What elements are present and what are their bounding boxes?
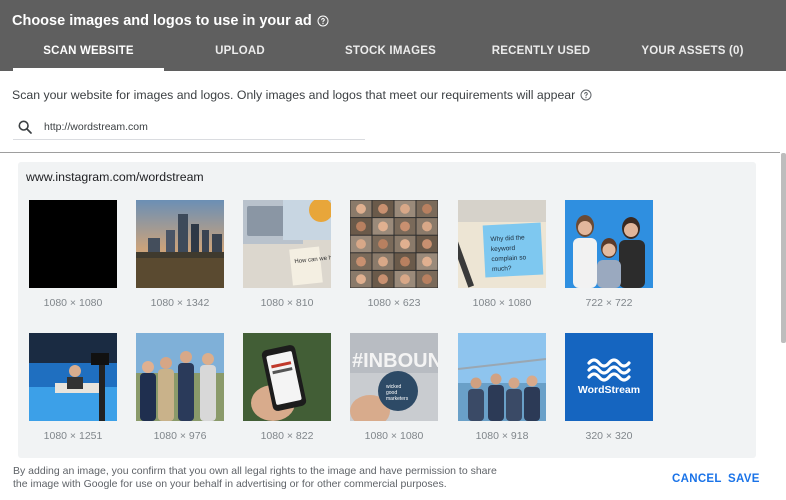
- tab-stock-images[interactable]: STOCK IMAGES: [315, 38, 466, 71]
- video-call-grid-image: [350, 200, 438, 288]
- tab-upload[interactable]: UPLOAD: [165, 38, 315, 71]
- video-call-tile: [372, 218, 394, 235]
- image-dimensions: 320 × 320: [585, 430, 633, 442]
- image-thumbnail-inbound-sticker[interactable]: #INBOUND wicked good marketers: [350, 333, 438, 421]
- image-dimensions: 1080 × 1080: [43, 297, 103, 309]
- image-dimensions: 1080 × 822: [260, 430, 314, 442]
- image-thumbnail-laptop-note[interactable]: How can we help?: [243, 200, 331, 288]
- image-thumbnail-wordstream-logo[interactable]: WordStream: [565, 333, 653, 421]
- three-women-image: [565, 200, 653, 288]
- image-dimensions: 1080 × 918: [475, 430, 529, 442]
- scan-description: Scan your website for images and logos. …: [12, 88, 576, 102]
- help-icon[interactable]: [317, 15, 329, 27]
- image-thumbnail-bridge-group[interactable]: [458, 333, 546, 421]
- scrollbar[interactable]: [781, 153, 786, 343]
- image-dimensions: 1080 × 1251: [43, 430, 103, 442]
- image-dimensions: 1080 × 810: [260, 297, 314, 309]
- video-call-tile: [350, 253, 372, 270]
- video-call-tile: [372, 270, 394, 288]
- svg-text:much?: much?: [492, 265, 512, 273]
- video-call-tile: [394, 200, 416, 218]
- inbound-sticker-image: #INBOUND wicked good marketers: [350, 333, 438, 421]
- video-call-tile: [372, 253, 394, 270]
- image-thumbnail-three-women[interactable]: [565, 200, 653, 288]
- scan-description-row: Scan your website for images and logos. …: [12, 88, 592, 102]
- wordstream-logo: WordStream: [565, 333, 653, 421]
- svg-text:keyword: keyword: [491, 245, 516, 253]
- image-thumbnail-studio[interactable]: [29, 333, 117, 421]
- image-dimensions: 722 × 722: [585, 297, 633, 309]
- tab-recently-used[interactable]: RECENTLY USED: [466, 38, 616, 71]
- video-call-tile: [394, 218, 416, 235]
- image-dimensions: 1080 × 1080: [364, 430, 424, 442]
- studio-image: [29, 333, 117, 421]
- svg-text:marketers: marketers: [386, 396, 409, 402]
- image-thumbnail-video-call[interactable]: [350, 200, 438, 288]
- bridge-group-image: [458, 333, 546, 421]
- cancel-button[interactable]: CANCEL: [672, 473, 722, 485]
- help-icon[interactable]: [580, 89, 592, 101]
- video-call-tile: [350, 270, 372, 288]
- image-thumbnail-group-outdoors[interactable]: [136, 333, 224, 421]
- active-tab-indicator: [13, 68, 164, 71]
- laptop-note-image: How can we help?: [243, 200, 331, 288]
- section-divider: [0, 152, 780, 153]
- results-source: www.instagram.com/wordstream: [26, 170, 204, 184]
- image-thumbnail-black[interactable]: [29, 200, 117, 288]
- video-call-tile: [394, 235, 416, 253]
- video-call-tile: [372, 200, 394, 218]
- tab-your-assets[interactable]: YOUR ASSETS (0): [617, 38, 768, 71]
- image-dimensions: 1080 × 1342: [150, 297, 210, 309]
- video-call-tile: [372, 235, 394, 253]
- image-thumbnail-phone[interactable]: [243, 333, 331, 421]
- phone-image: [243, 333, 331, 421]
- save-button[interactable]: SAVE: [728, 473, 760, 485]
- video-call-tile: [416, 270, 438, 288]
- inbound-sign-text: #INBOUND: [352, 350, 438, 372]
- legal-notice-line: the image with Google for use on your be…: [13, 478, 447, 490]
- legal-notice-line: By adding an image, you confirm that you…: [13, 465, 497, 477]
- video-call-tile: [394, 253, 416, 270]
- video-call-tile: [350, 200, 372, 218]
- image-thumbnail-skyline[interactable]: [136, 200, 224, 288]
- url-input[interactable]: [44, 118, 344, 136]
- logo-text: WordStream: [578, 384, 640, 396]
- sticky-note-image: Why did the keyword complain so much?: [458, 200, 546, 288]
- url-search-field: [13, 114, 365, 140]
- dialog-title-row: Choose images and logos to use in your a…: [12, 13, 329, 29]
- image-dimensions: 1080 × 976: [153, 430, 207, 442]
- tab-scan-website[interactable]: SCAN WEBSITE: [13, 38, 164, 71]
- tab-bar: SCAN WEBSITE UPLOAD STOCK IMAGES RECENTL…: [0, 38, 786, 71]
- image-dimensions: 1080 × 623: [367, 297, 421, 309]
- search-icon[interactable]: [17, 119, 33, 135]
- video-call-tile: [416, 200, 438, 218]
- group-outdoors-image: [136, 333, 224, 421]
- dialog-title: Choose images and logos to use in your a…: [12, 13, 312, 29]
- image-thumbnail-sticky-note[interactable]: Why did the keyword complain so much?: [458, 200, 546, 288]
- video-call-tile: [350, 235, 372, 253]
- video-call-tile: [394, 270, 416, 288]
- video-call-tile: [350, 218, 372, 235]
- video-call-tile: [416, 218, 438, 235]
- video-call-tile: [416, 253, 438, 270]
- skyline-image: [136, 200, 224, 288]
- video-call-tile: [416, 235, 438, 253]
- image-dimensions: 1080 × 1080: [472, 297, 532, 309]
- legal-notice: By adding an image, you confirm that you…: [13, 465, 513, 491]
